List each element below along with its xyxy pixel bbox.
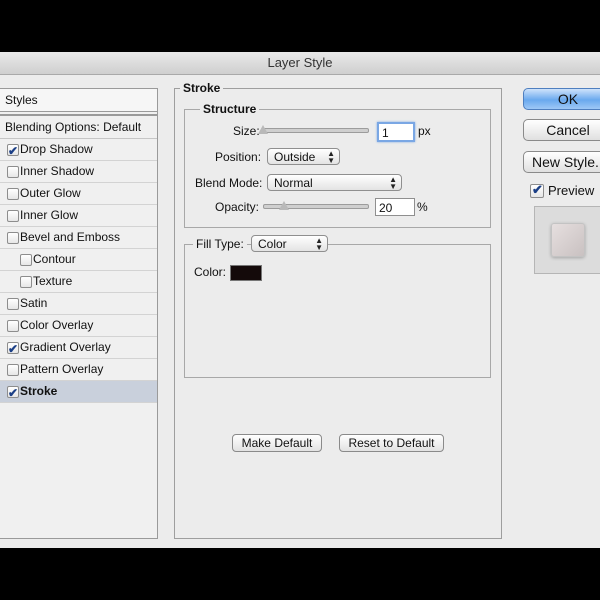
position-value: Outside: [274, 150, 316, 164]
stroke-panel-title: Stroke: [180, 81, 224, 95]
style-checkbox[interactable]: [7, 232, 19, 244]
preview-swatch: [551, 223, 585, 257]
styles-header[interactable]: Styles: [0, 89, 157, 112]
style-item-pattern-overlay[interactable]: Pattern Overlay: [0, 359, 157, 381]
style-item-label: Gradient Overlay: [20, 340, 111, 354]
style-item-satin[interactable]: Satin: [0, 293, 157, 315]
styles-list: Styles Blending Options: Default ✔ Drop S…: [0, 88, 158, 539]
style-item-label: Inner Glow: [20, 208, 79, 222]
style-checkbox[interactable]: ✔: [7, 144, 19, 158]
style-checkbox[interactable]: [7, 298, 19, 310]
fill-type-select[interactable]: Color ▲ ▼: [251, 235, 328, 252]
position-select[interactable]: Outside ▲ ▼: [267, 148, 340, 165]
select-arrows-icon: ▲ ▼: [327, 149, 335, 165]
style-item-label: Stroke: [20, 384, 58, 398]
size-slider[interactable]: [263, 128, 369, 133]
style-checkbox[interactable]: [7, 364, 19, 376]
style-item-inner-shadow[interactable]: Inner Shadow: [0, 161, 157, 183]
style-item-label: Drop Shadow: [20, 142, 93, 156]
position-label: Position:: [215, 150, 262, 164]
style-item-drop-shadow[interactable]: ✔ Drop Shadow: [0, 139, 157, 161]
new-style-button[interactable]: New Style...: [523, 151, 600, 173]
style-checkbox[interactable]: [20, 276, 32, 288]
fill-type-label: Fill Type:: [193, 237, 247, 251]
checkmark-icon: ✔: [8, 386, 19, 400]
opacity-unit: %: [417, 200, 428, 214]
blending-options-item[interactable]: Blending Options: Default: [0, 114, 157, 139]
blend-mode-select[interactable]: Normal ▲ ▼: [267, 174, 402, 191]
style-item-label: Color Overlay: [20, 318, 94, 332]
opacity-slider-thumb[interactable]: [278, 201, 289, 210]
style-item-label: Bevel and Emboss: [20, 230, 121, 244]
style-preview: [534, 206, 600, 274]
preview-checkbox-box[interactable]: ✔: [530, 182, 544, 198]
style-item-label: Texture: [33, 274, 73, 288]
style-checkbox[interactable]: ✔: [7, 386, 19, 400]
style-item-label: Inner Shadow: [20, 164, 95, 178]
style-checkbox[interactable]: [7, 166, 19, 178]
size-input[interactable]: 1: [377, 122, 415, 142]
blend-mode-value: Normal: [274, 176, 313, 190]
style-checkbox[interactable]: [7, 188, 19, 200]
style-item-texture[interactable]: Texture: [0, 271, 157, 293]
style-item-label: Pattern Overlay: [20, 362, 104, 376]
fill-group: Fill Type: Color ▲ ▼ Color:: [184, 235, 491, 378]
make-default-button[interactable]: Make Default: [232, 434, 322, 452]
size-slider-thumb[interactable]: [258, 125, 268, 134]
style-item-label: Satin: [20, 296, 48, 310]
style-item-bevel-and-emboss[interactable]: Bevel and Emboss: [0, 227, 157, 249]
layer-style-dialog: Layer Style Styles Blending Options: Def…: [0, 52, 600, 548]
checkmark-icon: ✔: [532, 182, 543, 197]
style-checkbox[interactable]: [7, 210, 19, 222]
style-item-color-overlay[interactable]: Color Overlay: [0, 315, 157, 337]
checkmark-icon: ✔: [8, 144, 19, 158]
stroke-panel: Stroke Structure Size: 1 px Position: Ou…: [174, 81, 502, 539]
style-checkbox[interactable]: ✔: [7, 342, 19, 356]
size-label: Size:: [233, 124, 260, 138]
style-checkbox[interactable]: [7, 320, 19, 332]
structure-group: Structure Size: 1 px Position: Outside ▲…: [184, 102, 491, 228]
color-label: Color:: [194, 265, 227, 279]
style-item-stroke[interactable]: ✔ Stroke: [0, 381, 157, 403]
window-title: Layer Style: [0, 52, 600, 75]
style-item-gradient-overlay[interactable]: ✔ Gradient Overlay: [0, 337, 157, 359]
style-checkbox[interactable]: [20, 254, 32, 266]
reset-to-default-button[interactable]: Reset to Default: [339, 434, 444, 452]
stroke-color-swatch[interactable]: [230, 265, 262, 281]
style-item-inner-glow[interactable]: Inner Glow: [0, 205, 157, 227]
style-item-contour[interactable]: Contour: [0, 249, 157, 271]
style-item-label: Contour: [33, 252, 76, 266]
ok-button[interactable]: OK: [523, 88, 600, 110]
style-item-outer-glow[interactable]: Outer Glow: [0, 183, 157, 205]
opacity-input[interactable]: 20: [375, 198, 415, 216]
size-unit: px: [418, 124, 431, 138]
select-arrows-icon: ▲ ▼: [315, 236, 323, 252]
cancel-button[interactable]: Cancel: [523, 119, 600, 141]
opacity-label: Opacity:: [215, 200, 260, 214]
preview-label: Preview: [548, 183, 595, 198]
structure-title: Structure: [200, 102, 260, 116]
style-item-label: Outer Glow: [20, 186, 81, 200]
select-arrows-icon: ▲ ▼: [389, 175, 397, 191]
checkmark-icon: ✔: [8, 342, 19, 356]
fill-type-value: Color: [258, 237, 287, 251]
blend-mode-label: Blend Mode:: [195, 176, 263, 190]
